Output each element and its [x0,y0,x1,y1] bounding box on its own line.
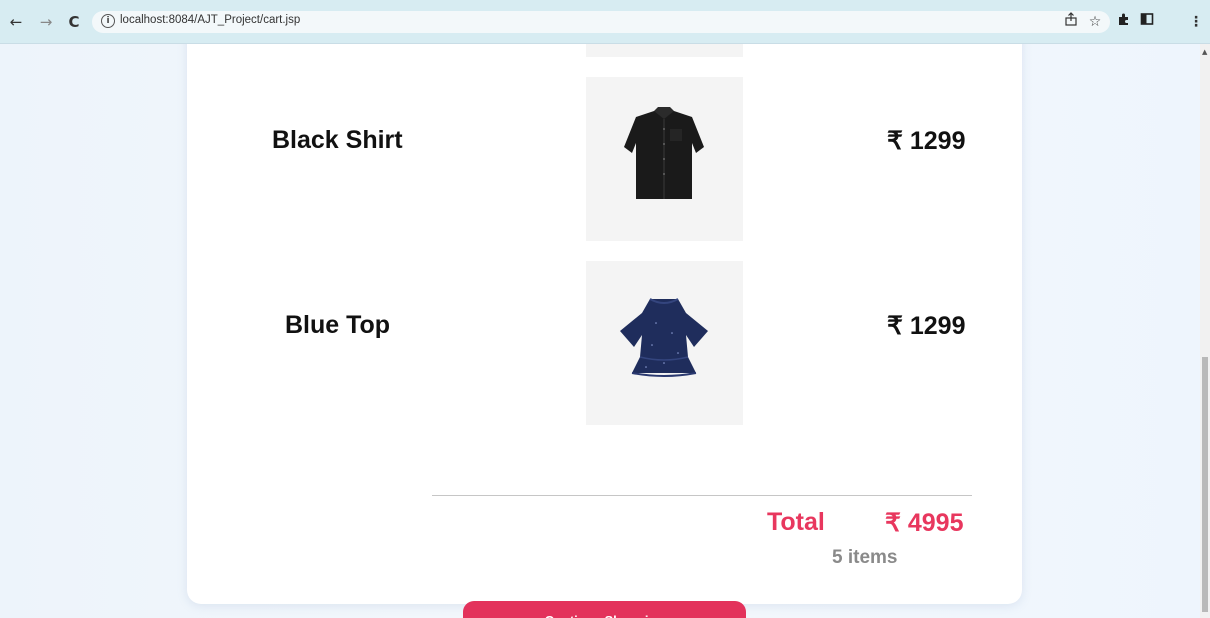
address-bar[interactable]: i localhost:8084/AJT_Project/cart.jsp [92,11,1110,33]
url-text[interactable]: localhost:8084/AJT_Project/cart.jsp [120,14,300,26]
total-divider [432,495,972,496]
menu-kebab-icon[interactable]: ⋮ [1186,12,1206,32]
cart-item-name: Blue Top [285,311,391,339]
previous-item-image [586,44,743,57]
continue-shopping-button[interactable]: Continue Shopping [463,601,746,618]
forward-icon[interactable]: → [36,12,56,32]
total-value: ₹ 4995 [885,509,964,537]
cart-item-price: ₹ 1299 [887,312,966,340]
site-info-icon[interactable]: i [101,14,115,28]
cart-card: Black Shirt ₹ 1299 Blue Top ₹ 1299 Total… [187,44,1022,618]
scroll-up-icon[interactable]: ▲ [1202,48,1207,56]
bookmark-star-icon[interactable]: ☆ [1085,12,1105,32]
page-scrollbar[interactable]: ▲ [1200,44,1210,618]
reload-icon[interactable]: C [64,12,84,32]
cart-item-name: Black Shirt [272,126,403,154]
back-icon[interactable]: ← [6,12,26,32]
items-count: 5 items [832,547,898,568]
cart-item-price: ₹ 1299 [887,127,966,155]
side-panel-icon[interactable] [1137,12,1157,32]
extensions-icon[interactable] [1114,12,1134,32]
scrollbar-thumb[interactable] [1202,357,1208,612]
total-label: Total [767,508,825,536]
black-shirt-image [586,77,743,241]
browser-toolbar: ← → C i localhost:8084/AJT_Project/cart.… [0,0,1210,44]
blue-top-image [586,261,743,425]
page-viewport: Black Shirt ₹ 1299 Blue Top ₹ 1299 Total… [0,44,1200,618]
share-icon[interactable] [1061,12,1081,32]
